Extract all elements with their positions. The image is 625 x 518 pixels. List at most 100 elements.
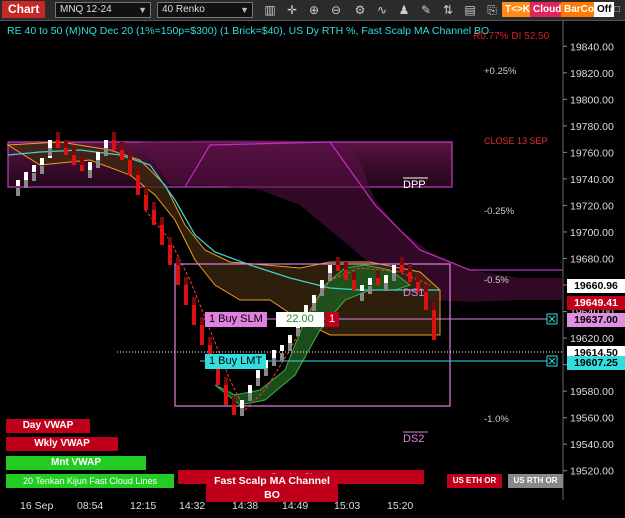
square-icon[interactable]: □ [611,2,623,18]
renko-brick-shadow [80,157,84,165]
renko-brick-shadow [432,302,436,310]
renko-brick [152,210,156,225]
renko-brick-shadow [16,188,20,196]
price-tick-label: 19580.00 [570,386,614,398]
share-icon[interactable]: ⎘ [484,2,500,18]
renko-brick-shadow [96,160,100,168]
close-order-slm-icon[interactable] [546,313,558,325]
price-tag-19660: 19660.96 [567,279,625,293]
renko-brick-shadow [168,237,172,245]
renko-brick [424,292,428,310]
zoom-in-icon[interactable]: ⊕ [306,2,322,18]
mnt-vwap-button[interactable]: Mnt VWAP [6,456,146,470]
price-tag-19637: 19637.00 [567,313,625,327]
renko-brick [64,148,68,155]
tk-button[interactable]: T<>K [502,2,534,17]
buy-slm-order-price[interactable]: 22.00 [276,312,324,327]
crosshair-icon[interactable]: ✛ [284,2,300,18]
renko-brick [280,345,284,351]
bar-type-selector[interactable]: 40 Renko ▼ [157,2,253,18]
renko-brick [176,265,180,285]
renko-brick [32,165,36,172]
chart-trader-icon[interactable]: ⇅ [440,2,456,18]
time-tick-label: 16 Sep [20,500,54,512]
renko-brick-shadow [336,257,340,265]
renko-brick-shadow [344,262,348,270]
bars-icon[interactable]: ▥ [262,2,278,18]
renko-brick [16,180,20,186]
renko-brick-shadow [32,173,36,181]
renko-brick-shadow [264,368,268,376]
zoom-out-icon[interactable]: ⊖ [328,2,344,18]
pct-minus-025: -0.25% [484,206,515,217]
renko-brick-shadow [352,272,356,280]
time-tick-label: 14:49 [282,500,309,512]
renko-brick-shadow [144,187,148,195]
price-tick-label: 19720.00 [570,200,614,212]
price-tick-label: 19560.00 [570,413,614,425]
renko-brick-shadow [280,353,284,361]
renko-brick-shadow [416,274,420,282]
renko-brick [344,270,348,280]
renko-brick [136,175,140,195]
chart-title-tab[interactable]: Chart [2,1,46,18]
time-tick-label: 14:32 [179,500,206,512]
renko-brick [376,278,380,285]
renko-brick-shadow [64,140,68,148]
chevron-down-icon: ▼ [240,5,249,15]
close-order-lmt-icon[interactable] [546,355,558,367]
cloud-lines-button[interactable]: 20 Tenkan Kijun Fast Cloud Lines [6,474,174,488]
renko-brick-shadow [312,303,316,311]
price-tick-label: 19700.00 [570,227,614,239]
renko-brick-shadow [40,166,44,174]
renko-brick-shadow [72,147,76,155]
day-vwap-button[interactable]: Day VWAP [6,419,90,433]
fast-scalp-button[interactable]: Fast Scalp MA Channel BO [206,474,338,502]
renko-brick-shadow [24,180,28,188]
time-tick-label: 15:03 [334,500,361,512]
renko-brick [120,150,124,160]
price-tick-label: 19520.00 [570,466,614,478]
indicators-icon[interactable]: ∿ [374,2,390,18]
renko-brick-shadow [296,328,300,336]
buy-slm-order-qty[interactable]: 1 [325,312,340,327]
renko-brick-shadow [104,148,108,156]
chart-toolbar: Chart MNQ 12-24 ▼ 40 Renko ▼ ▥ ✛ ⊕ ⊖ ⚙ ∿… [0,0,625,21]
buy-slm-order-label[interactable]: 1 Buy SLM [205,312,267,327]
renko-brick-shadow [424,284,428,292]
renko-brick [80,165,84,171]
ds1-label: DS1 [403,287,425,299]
renko-brick-shadow [176,257,180,265]
renko-brick [56,140,60,148]
renko-brick-shadow [200,317,204,325]
price-axis: 19520.0019540.0019560.0019580.0019600.00… [563,41,614,478]
renko-brick [200,325,204,345]
renko-brick-shadow [248,393,252,401]
cloud-button[interactable]: Cloud [530,2,565,17]
dpp-label: DPP [403,179,426,191]
chevron-down-icon: ▼ [138,5,147,15]
strategies-icon[interactable]: ♟ [396,2,412,18]
price-tick-label: 19740.00 [570,174,614,186]
draw-icon[interactable]: ✎ [418,2,434,18]
renko-brick [40,158,44,165]
wkly-vwap-button[interactable]: Wkly VWAP [6,437,118,451]
renko-brick [400,265,404,272]
data-box-icon[interactable]: ▤ [462,2,478,18]
renko-brick-shadow [152,202,156,210]
pct-plus-025: +0.25% [484,66,517,77]
instrument-selector[interactable]: MNQ 12-24 ▼ [55,2,151,18]
us-rth-or-button[interactable]: US RTH OR [508,474,563,488]
renko-brick-shadow [120,142,124,150]
renko-brick [408,272,412,282]
properties-icon[interactable]: ⚙ [352,2,368,18]
renko-brick-shadow [88,170,92,178]
renko-brick [192,305,196,325]
price-tick-label: 19780.00 [570,121,614,133]
renko-brick [88,162,92,170]
buy-lmt-order-label[interactable]: 1 Buy LMT [205,354,267,369]
renko-brick [184,285,188,305]
us-eth-or-button[interactable]: US ETH OR [447,474,502,488]
renko-brick-shadow [184,277,188,285]
chart-header-text: RE 40 to 50 (M)NQ Dec 20 (1%=150p=$300) … [7,25,490,37]
